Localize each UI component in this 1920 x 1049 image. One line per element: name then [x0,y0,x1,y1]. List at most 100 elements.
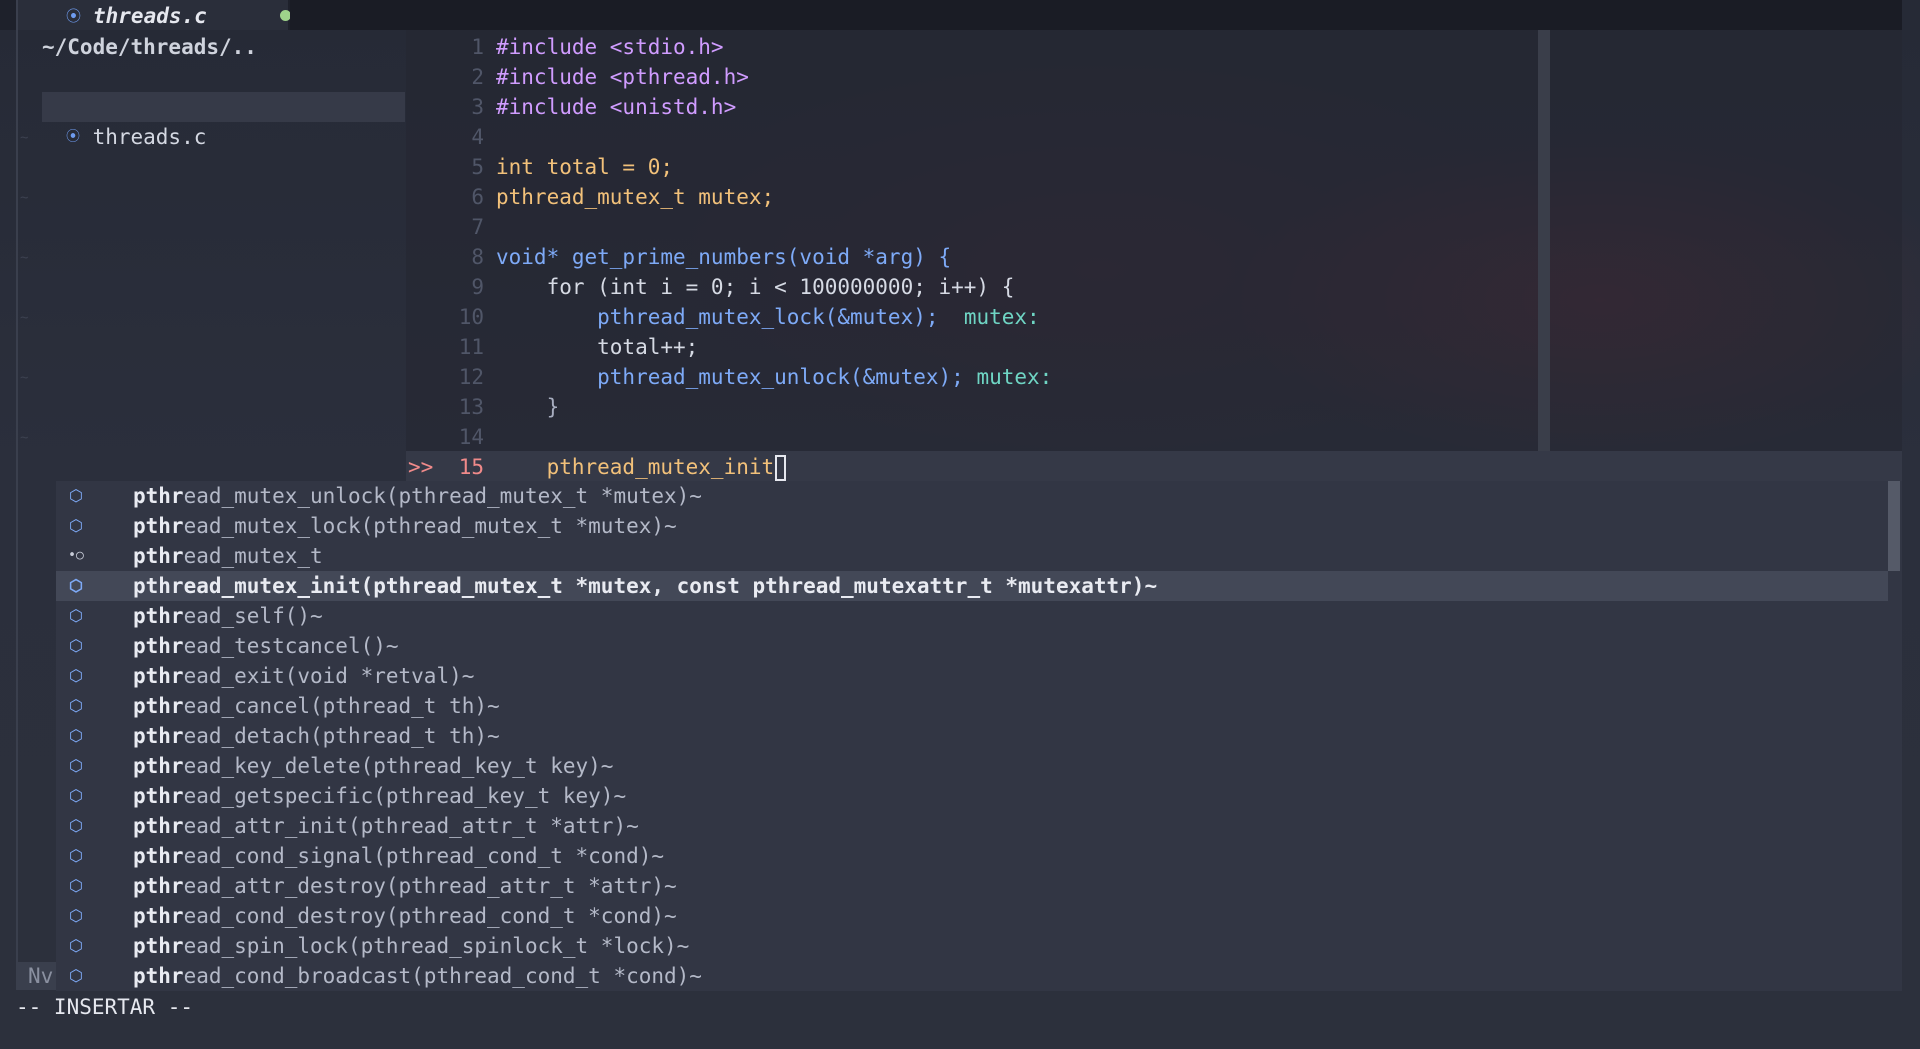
tab-label: threads.c [93,4,207,28]
code-line: 9 for (int i = 0; i < 100000000; i++) { [410,272,1052,302]
code-line: 5 int total = 0; [410,152,1052,182]
line-number: 7 [471,215,484,239]
completion-item-label: pthread_exit(void *retval)~ [133,664,475,688]
code-text: #include <pthread.h> [496,65,749,89]
completion-item[interactable]: ⬡ pthread_key_delete(pthread_key_t key)~ [56,751,1888,781]
code-line: 11 total++; [410,332,1052,362]
completion-scrollbar[interactable] [1888,481,1900,571]
empty-line-marker: ~ [20,250,29,266]
function-icon: ⬡ [69,516,83,535]
code-line: 1 #include <stdio.h> [410,32,1052,62]
completion-item[interactable]: ⬡ pthread_mutex_unlock(pthread_mutex_t *m… [56,481,1888,511]
function-icon: ⬡ [69,966,83,985]
completion-item-label: pthread_mutex_lock(pthread_mutex_t *mute… [133,514,677,538]
code-text: total++; [496,335,699,359]
code-text: for (int i = 0; i < 100000000; i++) { [496,275,1015,299]
line-number: 3 [471,95,484,119]
completion-item[interactable]: ⬡ pthread_cond_signal(pthread_cond_t *con… [56,841,1888,871]
completion-item-label: pthread_mutex_unlock(pthread_mutex_t *mu… [133,484,702,508]
completion-item[interactable]: ⬡ pthread_self()~ [56,601,1888,631]
empty-line-marker: ~ [20,310,29,326]
completion-item-label: pthread_cancel(pthread_t th)~ [133,694,500,718]
completion-item[interactable]: ⬡ pthread_mutex_lock(pthread_mutex_t *mut… [56,511,1888,541]
completion-item[interactable]: •○ pthread_mutex_t [56,541,1888,571]
line-number: 14 [458,425,484,449]
mode-indicator: -- INSERTAR -- [16,995,194,1019]
empty-line-marker: ~ [20,130,29,146]
code-line: >> 15 pthread_mutex_init [408,452,1052,482]
field-icon: •○ [68,548,84,563]
completion-item[interactable]: ⬡ pthread_attr_destroy(pthread_attr_t *at… [56,871,1888,901]
line-number: 8 [471,245,484,269]
code-text: #include <unistd.h> [496,95,737,119]
function-icon: ⬡ [69,846,83,865]
completion-menu[interactable]: ⬡ pthread_mutex_unlock(pthread_mutex_t *m… [56,481,1902,991]
function-icon: ⬡ [69,666,83,685]
line-number: 5 [471,155,484,179]
code-line: 13 } [410,392,1052,422]
empty-line-marker: ~ [20,370,29,386]
code-text: pthread_mutex_unlock(&mutex); [496,365,964,389]
code-text: pthread_mutex_lock(&mutex); [496,305,939,329]
completion-item[interactable]: ⬡ pthread_getspecific(pthread_key_t key)~ [56,781,1888,811]
completion-item-label: pthread_cond_broadcast(pthread_cond_t *c… [133,964,702,988]
left-border [16,0,18,970]
completion-item-label: pthread_detach(pthread_t th)~ [133,724,500,748]
cursor-line-marker: >> [408,455,434,479]
code-line: 7 [410,212,1052,242]
function-icon: ⬡ [69,906,83,925]
completion-item[interactable]: ⬡ pthread_cond_broadcast(pthread_cond_t *… [56,961,1888,991]
code-text: } [496,395,560,419]
text-cursor [775,455,787,481]
line-number: 10 [458,305,484,329]
tree-item-threads-c[interactable]: ⦿ threads.c [42,92,405,149]
completion-item[interactable]: ⬡ pthread_exit(void *retval)~ [56,661,1888,691]
line-number: 9 [471,275,484,299]
completion-item-label: pthread_getspecific(pthread_key_t key)~ [133,784,627,808]
completion-item-label: pthread_cond_signal(pthread_cond_t *cond… [133,844,665,868]
code-line: 12 pthread_mutex_unlock(&mutex); mutex: [410,362,1053,392]
inlay-hint: mutex: [976,365,1053,389]
line-number: 4 [471,125,484,149]
editor-scrollbar[interactable] [1538,30,1550,482]
function-icon: ⬡ [69,816,83,835]
completion-item-label: pthread_self()~ [133,604,323,628]
function-icon: ⬡ [69,726,83,745]
code-text: void* get_prime_numbers(void *arg) { [496,245,952,269]
completion-item[interactable]: ⬡ pthread_cancel(pthread_t th)~ [56,691,1888,721]
tabbar-empty [290,0,1902,30]
c-file-icon: ⦿ [66,7,82,25]
completion-item[interactable]: ⬡ pthread_detach(pthread_t th)~ [56,721,1888,751]
file-tree: ~/Code/threads/.. 🗎threads ⦿ threads.c [42,32,405,482]
completion-item-label: pthread_mutex_t [133,544,323,568]
statusline-badge: Nv [16,962,56,990]
code-line: 10 pthread_mutex_lock(&mutex); mutex: [410,302,1052,332]
code-line: 2 #include <pthread.h> [410,62,1052,92]
line-number: 2 [471,65,484,89]
line-number: 11 [458,335,484,359]
empty-line-marker: ~ [20,190,29,206]
tab-threads-c[interactable]: ⦿ threads.c [18,0,291,30]
line-number: 6 [471,185,484,209]
tree-item-threads[interactable]: 🗎threads [42,62,405,119]
function-icon: ⬡ [69,786,83,805]
code-text: pthread_mutex_t mutex; [496,185,775,209]
tree-item-label: threads.c [92,125,207,149]
line-number: 13 [458,395,484,419]
completion-item-label: pthread_cond_destroy(pthread_cond_t *con… [133,904,677,928]
function-icon: ⬡ [69,696,83,715]
function-icon: ⬡ [69,606,83,625]
empty-line-marker: ~ [20,430,29,446]
completion-item[interactable]: ⬡ pthread_cond_destroy(pthread_cond_t *co… [56,901,1888,931]
line-number: 12 [458,365,484,389]
completion-item-label: pthread_attr_destroy(pthread_attr_t *att… [133,874,677,898]
code-area[interactable]: 1 #include <stdio.h> 2 #include <pthread.h… [408,32,1053,482]
completion-item[interactable]: ⬡ pthread_mutex_init(pthread_mutex_t *mut… [56,571,1888,601]
code-line: 14 [410,422,1052,452]
tree-root-path[interactable]: ~/Code/threads/.. [42,32,405,62]
code-text: #include <stdio.h> [496,35,724,59]
completion-item[interactable]: ⬡ pthread_spin_lock(pthread_spinlock_t *l… [56,931,1888,961]
completion-item[interactable]: ⬡ pthread_testcancel()~ [56,631,1888,661]
function-icon: ⬡ [69,636,83,655]
completion-item[interactable]: ⬡ pthread_attr_init(pthread_attr_t *attr)… [56,811,1888,841]
